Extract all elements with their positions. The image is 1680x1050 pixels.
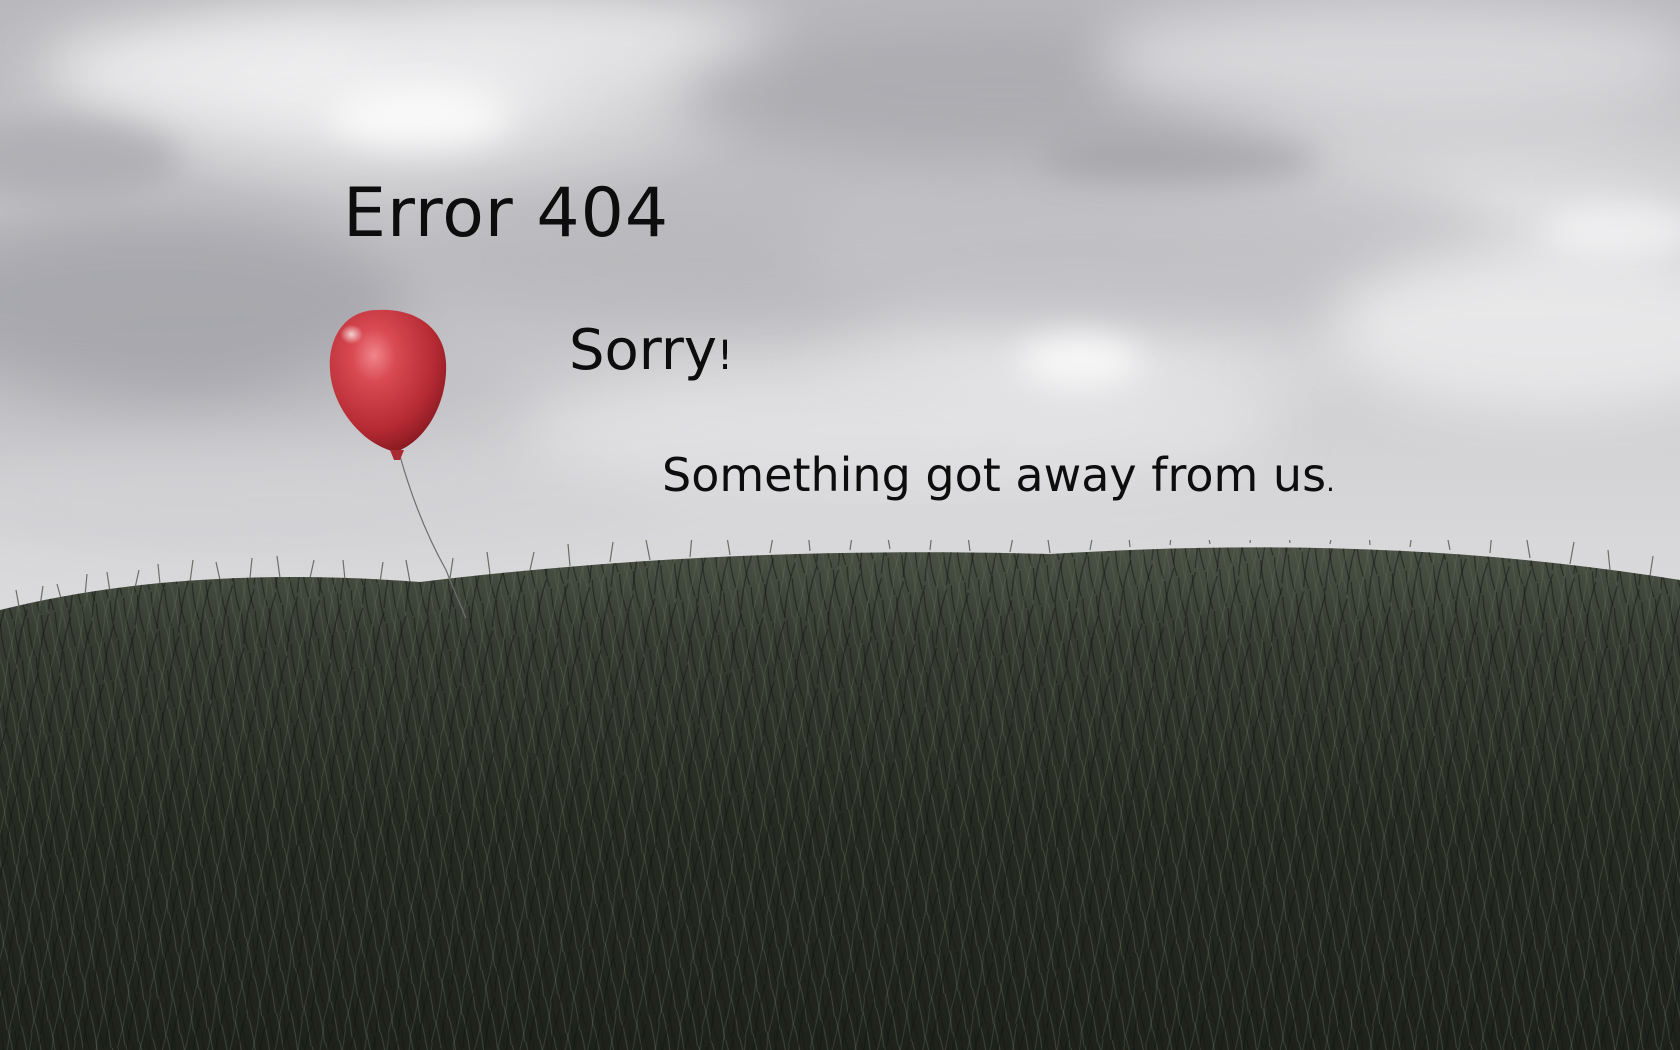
error-heading: Error 404	[343, 174, 670, 253]
error-message: Something got away from us.	[662, 452, 1335, 498]
apology-word: Sorry	[569, 318, 718, 383]
red-balloon-icon	[329, 309, 467, 619]
grass-hill	[0, 540, 1680, 1050]
error-message-text: Something got away from us	[662, 448, 1327, 502]
error-message-punctuation: .	[1326, 465, 1335, 498]
apology-punctuation: !	[717, 333, 734, 379]
error-page-background: Error 404 Sorry! Something got away from…	[0, 0, 1680, 1050]
apology-text: Sorry!	[569, 323, 733, 379]
